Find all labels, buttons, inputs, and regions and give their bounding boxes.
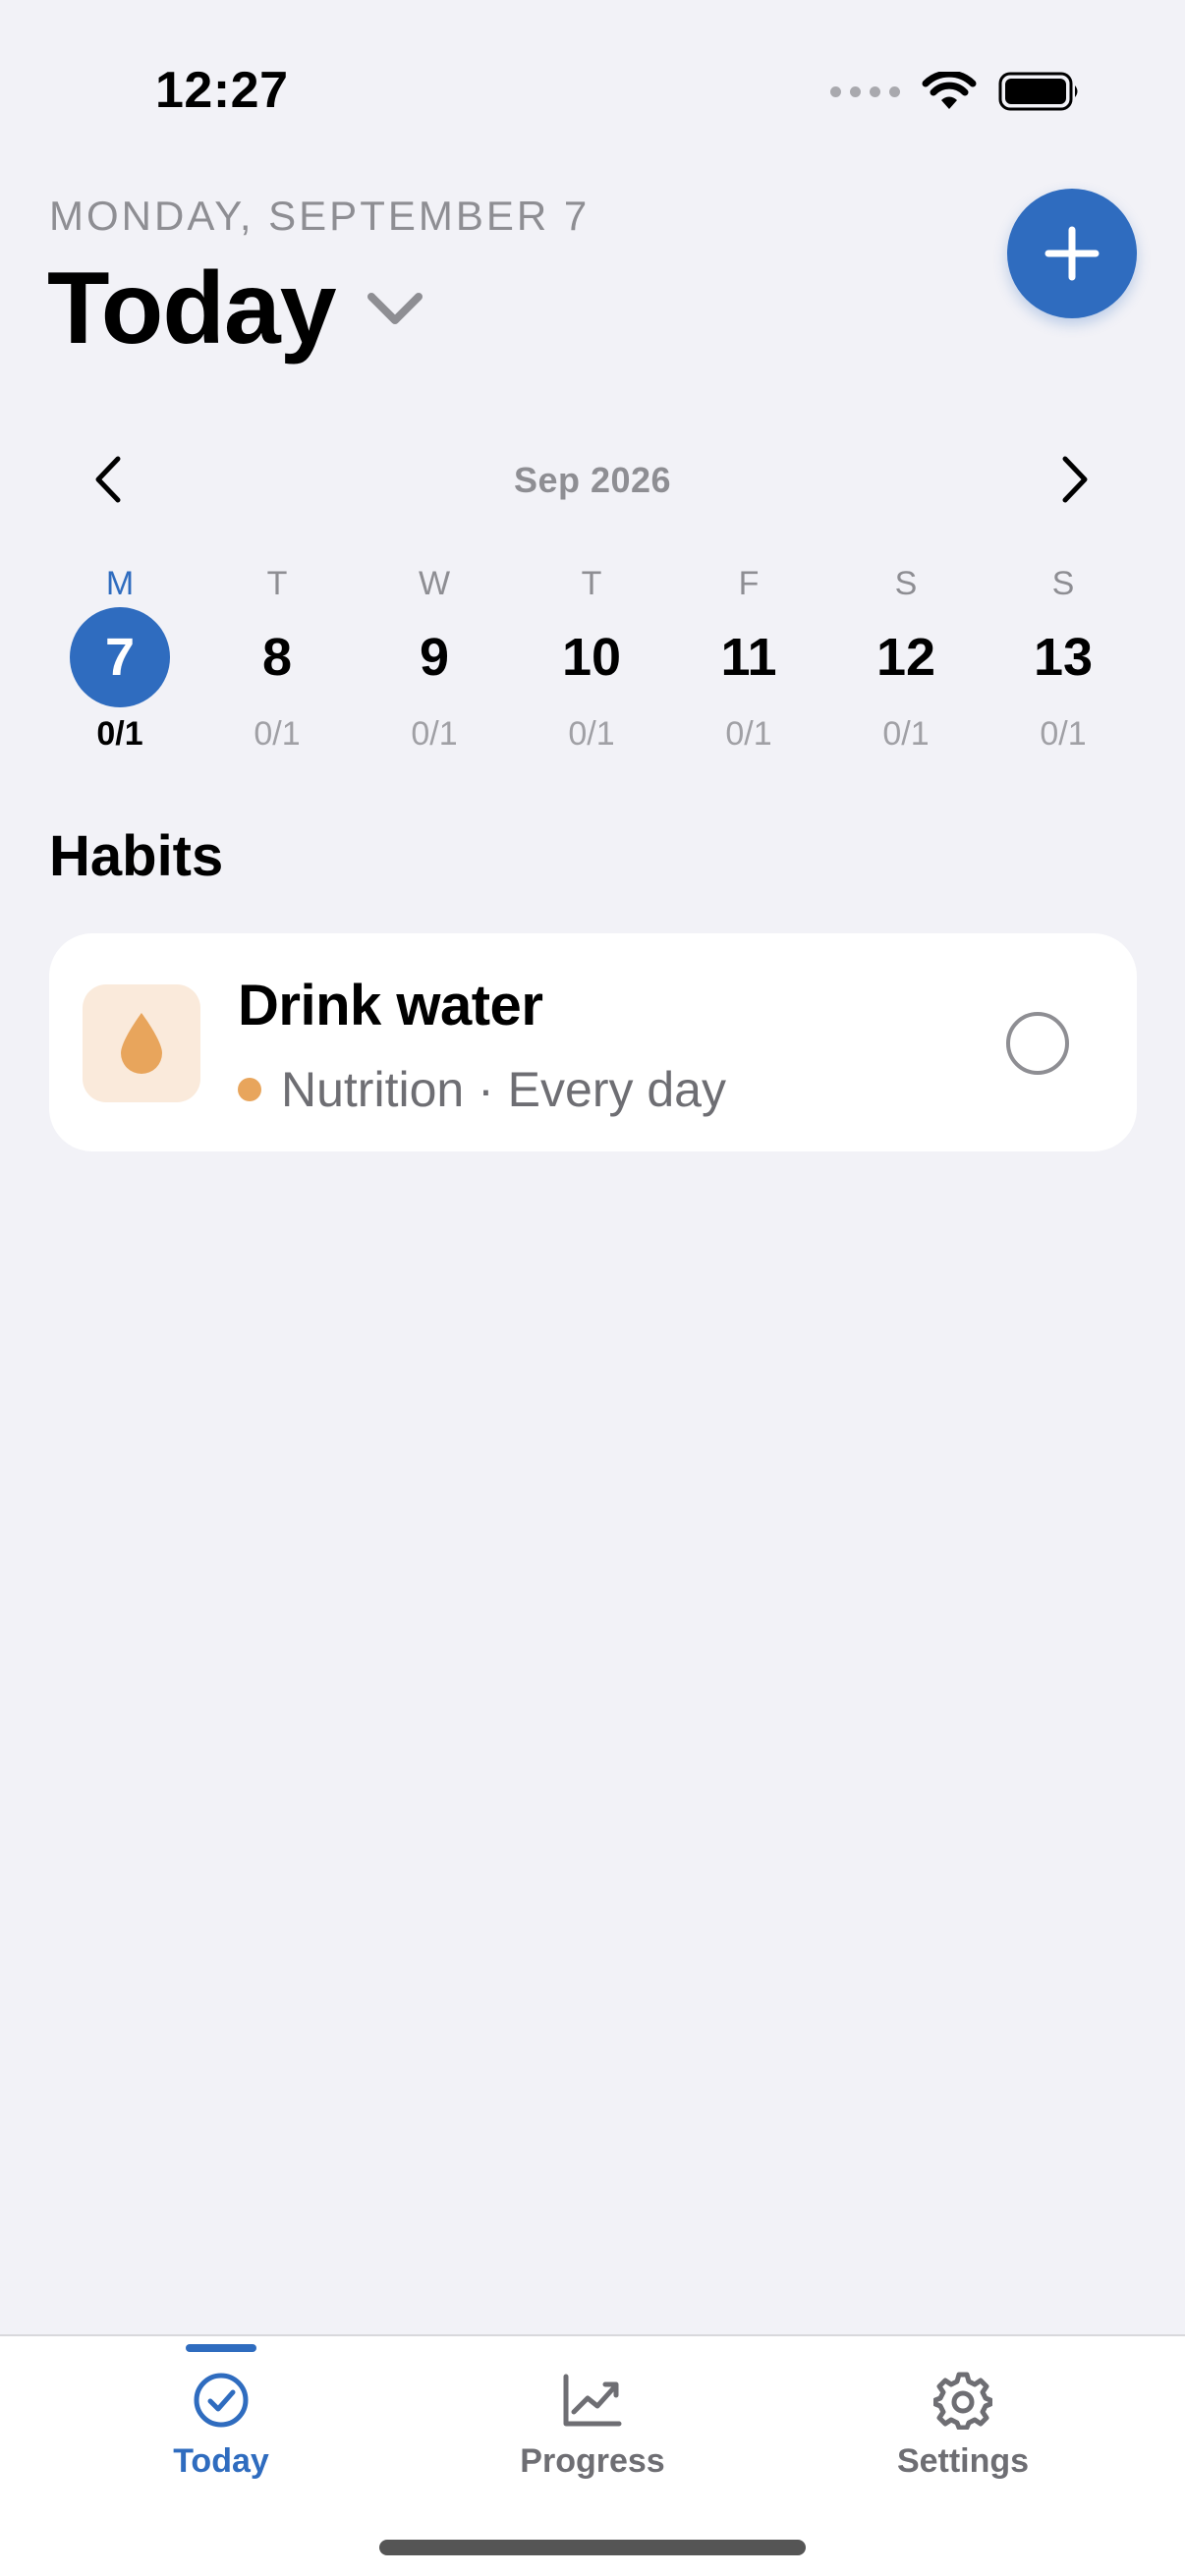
battery-icon (998, 72, 1078, 111)
tab-progress[interactable]: Progress (465, 2336, 720, 2481)
meta-separator: · (478, 1062, 494, 1117)
day-number: 12 (875, 628, 936, 687)
habit-icon-tile (83, 984, 200, 1102)
habits-section-title: Habits (49, 824, 224, 888)
status-time: 12:27 (155, 62, 289, 119)
tab-label: Settings (896, 2442, 1030, 2480)
habit-card[interactable]: Drink water Nutrition · Every day (49, 933, 1137, 1151)
day-completion-count: 0/1 (568, 715, 615, 753)
next-week-button[interactable] (1053, 450, 1097, 509)
day-completion-count: 0/1 (725, 715, 772, 753)
day-number: 9 (419, 628, 450, 687)
day-cell[interactable]: S 13 0/1 (994, 560, 1132, 754)
current-date: MONDAY, SEPTEMBER 7 (49, 193, 591, 239)
day-cell[interactable]: T 8 0/1 (208, 560, 346, 754)
day-cell[interactable]: F 11 0/1 (680, 560, 818, 754)
active-tab-indicator (186, 2344, 256, 2352)
water-drop-icon (121, 1013, 162, 1074)
habit-frequency: Every day (507, 1062, 726, 1117)
habit-name: Drink water (238, 974, 543, 1037)
day-of-week: M (105, 565, 135, 602)
day-completion-count: 0/1 (411, 715, 458, 753)
day-of-week: S (1051, 565, 1075, 602)
month-label: Sep 2026 (513, 460, 672, 500)
day-of-week: S (894, 565, 918, 602)
page-title: Today (47, 252, 337, 365)
day-completion-count: 0/1 (1040, 715, 1087, 753)
selected-day-circle: 7 (70, 607, 170, 707)
wifi-icon (922, 72, 977, 109)
tab-label: Progress (520, 2442, 665, 2480)
add-habit-button[interactable] (1007, 189, 1137, 318)
tab-label: Today (173, 2442, 269, 2480)
tab-settings[interactable]: Settings (835, 2336, 1091, 2481)
day-completion-count: 0/1 (254, 715, 301, 753)
day-number: 11 (720, 628, 777, 687)
habit-meta: Nutrition · Every day (238, 1061, 726, 1118)
chevron-right-icon (1062, 456, 1088, 503)
day-of-week: T (581, 565, 602, 602)
today-screen: 12:27 MONDAY, SEPTEMBER 7 Today Sep 2026… (0, 0, 1185, 2576)
day-cell[interactable]: T 10 0/1 (523, 560, 660, 754)
day-of-week: F (738, 565, 760, 602)
tab-today[interactable]: Today (93, 2336, 349, 2481)
chevron-down-icon (367, 293, 423, 324)
day-completion-count: 0/1 (96, 715, 143, 753)
day-number: 13 (1033, 628, 1094, 687)
day-of-week: T (266, 565, 288, 602)
day-number: 7 (104, 628, 136, 687)
status-icons (830, 71, 1081, 112)
day-number: 8 (261, 628, 293, 687)
day-completion-count: 0/1 (882, 715, 930, 753)
habit-category: Nutrition (281, 1062, 465, 1117)
month-navigation: Sep 2026 (0, 450, 1185, 509)
title-dropdown[interactable]: Today (47, 257, 424, 360)
home-indicator (379, 2540, 806, 2555)
chart-line-icon (563, 2374, 622, 2427)
week-strip: M 7 0/1 T 8 0/1 W 9 0/1 T 10 0/1 F 11 0/… (0, 560, 1185, 776)
plus-icon (1044, 226, 1100, 281)
check-circle-icon (194, 2373, 249, 2428)
day-cell[interactable]: W 9 0/1 (366, 560, 503, 754)
day-cell[interactable]: M 7 0/1 (51, 560, 189, 754)
gear-icon (933, 2372, 992, 2430)
habit-complete-checkbox[interactable] (1006, 1012, 1069, 1075)
cellular-signal-icon (830, 85, 900, 97)
day-of-week: W (418, 565, 451, 602)
day-cell[interactable]: S 12 0/1 (837, 560, 975, 754)
day-number: 10 (561, 628, 622, 687)
category-color-dot (238, 1078, 261, 1101)
